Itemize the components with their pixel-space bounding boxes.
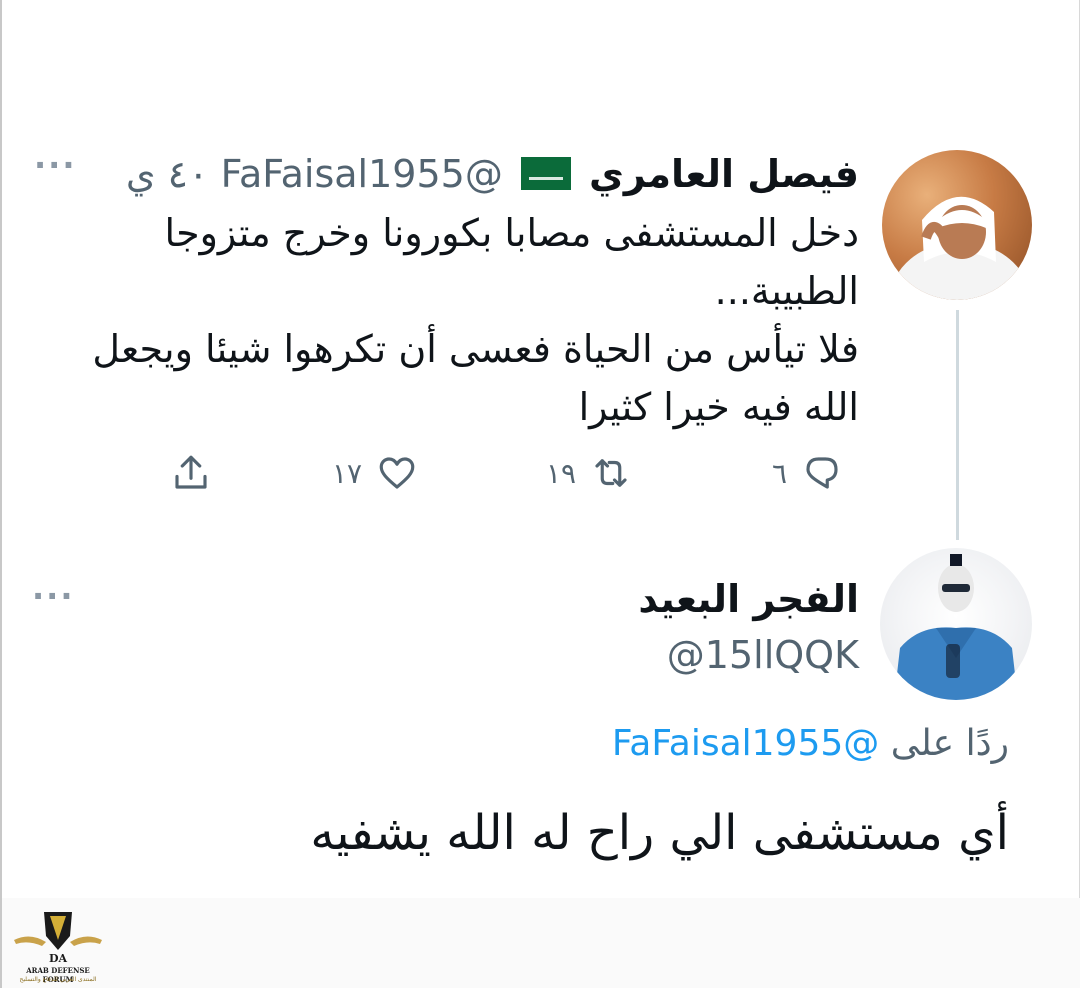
share-icon [175,455,207,489]
like-count: ١٧ [332,456,363,490]
avatar-portrait-image [894,554,1018,700]
screenshot-frame: ··· فيصل العامري @FaFaisal1955 ٤٠ ي دخل … [0,0,1080,988]
like-button[interactable]: ١٧ [332,448,418,498]
reply-tweet-avatar[interactable] [880,548,1032,700]
replying-to-label: ردًا على [890,723,1009,764]
share-button[interactable] [170,448,212,498]
bottom-background [2,898,1080,988]
reply-button[interactable]: ٦ [772,448,843,498]
reply-count: ٦ [772,456,788,490]
tweet-text-line: فلا تيأس من الحياة فعسى أن تكرهوا شيئا و… [92,327,859,429]
original-tweet-text: دخل المستشفى مصابا بكورونا وخرج متزوجا ا… [39,204,859,436]
heart-icon [379,457,415,489]
tweet-text-line: دخل المستشفى مصابا بكورونا وخرج متزوجا ا… [164,211,859,313]
reply-author-handle[interactable]: @15llQQK [667,628,859,682]
original-tweet-header: فيصل العامري @FaFaisal1955 ٤٠ ي [126,148,859,200]
arab-defense-forum-watermark-logo: DA ARAB DEFENSE FORUM المنتدى العربي للد… [10,906,106,986]
replying-to-line: ردًا على @FaFaisal1955 [612,716,1009,772]
saudi-flag-icon [520,157,571,190]
original-author-name[interactable]: فيصل العامري [589,152,859,196]
eagle-shield-logo-icon: DA [14,912,102,965]
original-tweet-timestamp[interactable]: ٤٠ ي [126,152,209,196]
avatar-portrait-image [890,196,1030,300]
retweet-icon [595,459,627,487]
reply-tweet-more-button[interactable]: ··· [32,577,74,615]
watermark-caption-ar: المنتدى العربي للدفاع والتسليح [19,976,97,983]
retweet-count: ١٩ [546,456,577,490]
reply-icon [806,457,838,489]
retweet-button[interactable]: ١٩ [546,448,632,498]
original-tweet-avatar[interactable] [882,150,1032,300]
original-author-handle[interactable]: @FaFaisal1955 [221,152,503,196]
replying-to-mention-link[interactable]: @FaFaisal1955 [612,723,879,764]
reply-author-name[interactable]: الفجر البعيد [638,572,859,626]
thread-connector-line [956,310,959,540]
original-tweet-more-button[interactable]: ··· [34,146,76,184]
svg-text:DA: DA [49,952,68,965]
reply-tweet-text: أي مستشفى الي راح له الله يشفيه [310,805,1009,861]
